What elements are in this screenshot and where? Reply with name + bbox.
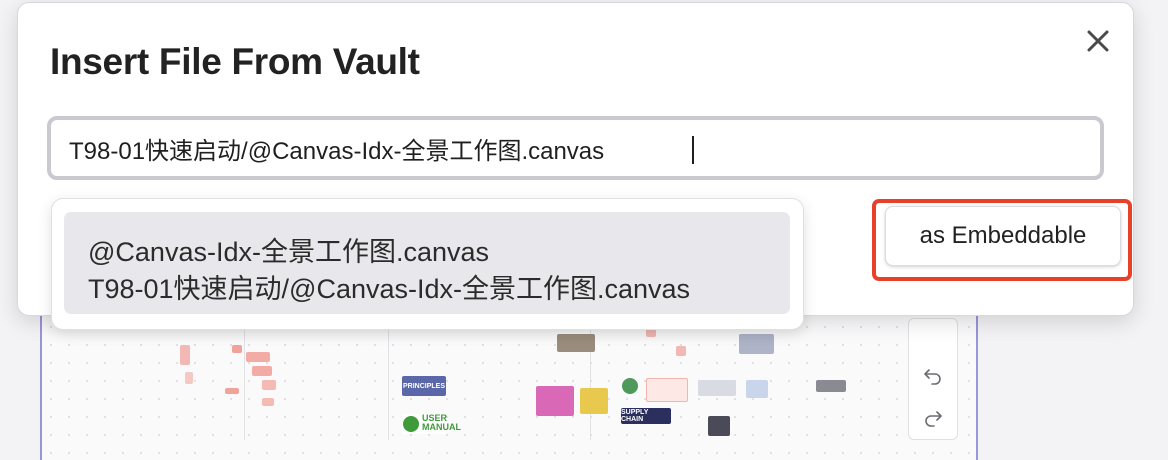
thumbnail-label-manual: MANUAL — [422, 422, 461, 432]
close-button[interactable] — [1082, 25, 1114, 57]
canvas-card — [262, 398, 274, 406]
suggestion-file-path: T98-01快速启动/@Canvas-Idx-全景工作图.canvas — [88, 274, 691, 304]
suggestion-file-name: @Canvas-Idx-全景工作图.canvas — [88, 237, 490, 267]
canvas-image-thumbnail — [739, 334, 774, 354]
canvas-card — [232, 345, 242, 353]
canvas-card — [262, 380, 276, 390]
canvas-principles-thumbnail: PRINCIPLES — [402, 376, 446, 396]
canvas-card — [180, 345, 190, 365]
canvas-card — [252, 366, 272, 376]
canvas-card — [185, 372, 193, 384]
close-icon — [1087, 30, 1109, 52]
canvas-image-thumbnail — [580, 388, 608, 414]
canvas-image-thumbnail — [536, 386, 574, 416]
user-manual-logo-icon — [403, 416, 419, 432]
undo-icon — [924, 369, 941, 385]
text-caret — [692, 136, 694, 164]
canvas-card — [646, 378, 688, 402]
canvas-image-thumbnail — [816, 380, 846, 392]
suggestion-dropdown: @Canvas-Idx-全景工作图.canvas T98-01快速启动/@Can… — [51, 198, 804, 330]
canvas-supply-chain-thumbnail: SUPPLY CHAIN — [621, 408, 671, 424]
canvas-card — [225, 388, 239, 394]
canvas-image-thumbnail — [622, 378, 638, 394]
undo-button[interactable] — [909, 357, 957, 393]
redo-button[interactable] — [909, 399, 957, 435]
canvas-image-thumbnail — [708, 416, 730, 436]
canvas-image-thumbnail — [557, 334, 595, 352]
dialog-title: Insert File From Vault — [50, 41, 420, 82]
as-embeddable-button[interactable]: as Embeddable — [885, 206, 1121, 266]
canvas-image-thumbnail — [698, 380, 736, 396]
canvas-card — [246, 352, 270, 362]
suggestion-item[interactable]: @Canvas-Idx-全景工作图.canvas T98-01快速启动/@Can… — [64, 212, 790, 314]
canvas-card — [676, 346, 686, 356]
canvas-image-thumbnail — [746, 380, 768, 398]
canvas-toolbar — [908, 318, 958, 440]
file-search-input[interactable] — [47, 116, 1104, 180]
redo-icon — [925, 411, 942, 427]
